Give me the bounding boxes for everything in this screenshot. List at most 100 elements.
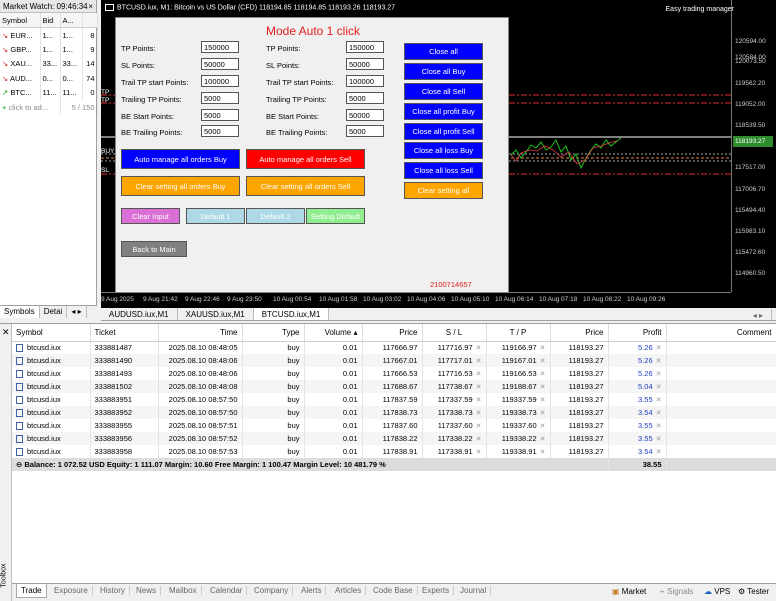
mw-add-row[interactable]: + click to ad... 5 / 150 <box>0 100 98 115</box>
back-to-main-button[interactable]: Back to Main <box>121 241 187 257</box>
close-icon[interactable]: ✕ <box>656 397 662 404</box>
tester-button[interactable]: ⚙ Tester <box>738 587 769 596</box>
trail-tp-start-input[interactable]: 100000 <box>201 75 239 87</box>
mw-header-ask[interactable]: A... <box>60 13 83 28</box>
trailing-tp-input[interactable]: 5000 <box>346 92 384 104</box>
table-row[interactable]: btcusd.iux 333883956 2025.08.10 08:57:52… <box>12 432 776 445</box>
table-row[interactable]: btcusd.iux 333881502 2025.08.10 08:48:08… <box>12 380 776 393</box>
close-icon[interactable]: ✕ <box>656 358 662 365</box>
mw-row[interactable]: ↘ EUR... 1... 1... 8 <box>0 27 98 42</box>
close-all-buy-button[interactable]: Close all Buy <box>404 63 483 80</box>
tab-btcusd[interactable]: BTCUSD.iux,M1 <box>253 308 330 320</box>
default-2-button[interactable]: Default 2 <box>246 208 305 224</box>
table-row[interactable]: btcusd.iux 333881493 2025.08.10 08:48:06… <box>12 367 776 380</box>
close-icon[interactable]: ✕ <box>656 345 662 352</box>
close-icon[interactable]: ✕ <box>656 423 662 430</box>
mw-row[interactable]: ↘ AUD... 0... 0... 74 <box>0 71 98 86</box>
be-start-input[interactable]: 50000 <box>346 109 384 121</box>
col-current-price[interactable]: Price <box>550 324 609 342</box>
close-all-sell-button[interactable]: Close all Sell <box>404 83 483 100</box>
close-icon[interactable]: ✕ <box>540 345 546 352</box>
balance-row[interactable]: ⊖ Balance: 1 072.52 USD Equity: 1 111.07… <box>12 458 776 471</box>
close-all-profit-sell-button[interactable]: Close all profit Sell <box>404 123 483 140</box>
close-icon[interactable]: ✕ <box>656 371 662 378</box>
col-ticket[interactable]: Ticket <box>90 324 159 342</box>
tab-symbols[interactable]: Symbols <box>0 306 40 318</box>
mw-header-spread[interactable] <box>82 13 98 28</box>
tab-xauusd[interactable]: XAUUSD.iux,M1 <box>178 308 254 320</box>
col-symbol[interactable]: Symbol <box>12 324 91 342</box>
table-row[interactable]: btcusd.iux 333883955 2025.08.10 08:57:51… <box>12 419 776 432</box>
tab-scroll-icon[interactable]: ◂ ▸ <box>67 306 87 318</box>
sl-points-input[interactable]: 50000 <box>201 58 239 70</box>
close-icon[interactable]: ✕ <box>656 384 662 391</box>
close-icon[interactable]: ✕ <box>476 397 482 404</box>
col-tp[interactable]: T / P <box>486 324 551 342</box>
tab-experts[interactable]: Experts <box>418 586 455 595</box>
tab-news[interactable]: News <box>132 586 162 595</box>
tab-audusd[interactable]: AUDUSD.iux,M1 <box>101 308 178 320</box>
tab-scroll-icon[interactable]: ◂ ▸ <box>745 309 772 322</box>
tab-alerts[interactable]: Alerts <box>297 586 327 595</box>
table-row[interactable]: btcusd.iux 333881487 2025.08.10 08:48:05… <box>12 341 776 354</box>
close-all-loss-sell-button[interactable]: Close all loss Sell <box>404 162 483 179</box>
clear-input-button[interactable]: Clear Input <box>121 208 180 224</box>
setting-default-button[interactable]: Setting Default <box>306 208 365 224</box>
tab-mailbox[interactable]: Mailbox <box>165 586 202 595</box>
close-icon[interactable]: ✕ <box>540 423 546 430</box>
col-volume[interactable]: Volume ▴ <box>304 324 363 342</box>
be-trailing-input[interactable]: 5000 <box>201 125 239 137</box>
clear-setting-sell-button[interactable]: Clear setting all orders Sell <box>246 176 365 196</box>
tab-code-base[interactable]: Code Base <box>369 586 418 595</box>
auto-manage-buy-button[interactable]: Auto manage all orders Buy <box>121 149 240 169</box>
close-icon[interactable]: ✕ <box>476 449 482 456</box>
col-type[interactable]: Type <box>242 324 305 342</box>
mw-row[interactable]: ↘ GBP... 1... 1... 9 <box>0 42 98 57</box>
tab-trade[interactable]: Trade <box>16 584 47 598</box>
close-icon[interactable]: ✕ <box>656 449 662 456</box>
close-icon[interactable]: ✕ <box>540 384 546 391</box>
tab-calendar[interactable]: Calendar <box>206 586 248 595</box>
tab-details[interactable]: Detai <box>40 306 68 318</box>
tp-points-input[interactable]: 150000 <box>346 41 384 53</box>
col-comment[interactable]: Comment <box>666 324 776 342</box>
close-icon[interactable]: ✕ <box>540 371 546 378</box>
market-button[interactable]: ▣ Market <box>612 587 646 596</box>
close-icon[interactable]: ✕ <box>476 384 482 391</box>
trail-tp-start-input[interactable]: 100000 <box>346 75 384 87</box>
table-row[interactable]: btcusd.iux 333883958 2025.08.10 08:57:53… <box>12 445 776 458</box>
close-icon[interactable]: × <box>88 2 93 11</box>
close-icon[interactable]: ✕ <box>476 371 482 378</box>
mw-header-bid[interactable]: Bid <box>40 13 61 28</box>
close-icon[interactable]: ✕ <box>476 345 482 352</box>
table-row[interactable]: btcusd.iux 333883951 2025.08.10 08:57:50… <box>12 393 776 406</box>
close-icon[interactable]: ✕ <box>476 423 482 430</box>
close-all-button[interactable]: Close all <box>404 43 483 60</box>
col-price[interactable]: Price <box>362 324 423 342</box>
tab-history[interactable]: History <box>96 586 130 595</box>
default-1-button[interactable]: Default 1 <box>186 208 245 224</box>
clear-setting-buy-button[interactable]: Clear setting all orders Buy <box>121 176 240 196</box>
close-icon[interactable]: ✕ <box>476 436 482 443</box>
be-start-input[interactable]: 5000 <box>201 109 239 121</box>
close-icon[interactable]: ✕ <box>540 449 546 456</box>
col-time[interactable]: Time <box>158 324 243 342</box>
close-all-loss-buy-button[interactable]: Close all loss Buy <box>404 142 483 159</box>
vps-button[interactable]: ☁ VPS <box>704 587 730 596</box>
collapse-icon[interactable]: ⊖ <box>16 460 22 469</box>
mw-header-symbol[interactable]: Symbol <box>0 13 41 28</box>
close-icon[interactable]: ✕ <box>476 410 482 417</box>
tab-exposure[interactable]: Exposure <box>50 586 93 595</box>
be-trailing-input[interactable]: 5000 <box>346 125 384 137</box>
auto-manage-sell-button[interactable]: Auto manage all orders Sell <box>246 149 365 169</box>
close-icon[interactable]: ✕ <box>540 397 546 404</box>
close-icon[interactable]: ✕ <box>2 327 10 338</box>
sl-points-input[interactable]: 50000 <box>346 58 384 70</box>
tab-journal[interactable]: Journal <box>456 586 492 595</box>
close-icon[interactable]: ✕ <box>540 436 546 443</box>
close-all-profit-buy-button[interactable]: Close all profit Buy <box>404 103 483 120</box>
tab-company[interactable]: Company <box>250 586 294 595</box>
col-sl[interactable]: S / L <box>422 324 487 342</box>
trailing-tp-input[interactable]: 5000 <box>201 92 239 104</box>
signals-button[interactable]: ⌁ Signals <box>660 587 693 596</box>
